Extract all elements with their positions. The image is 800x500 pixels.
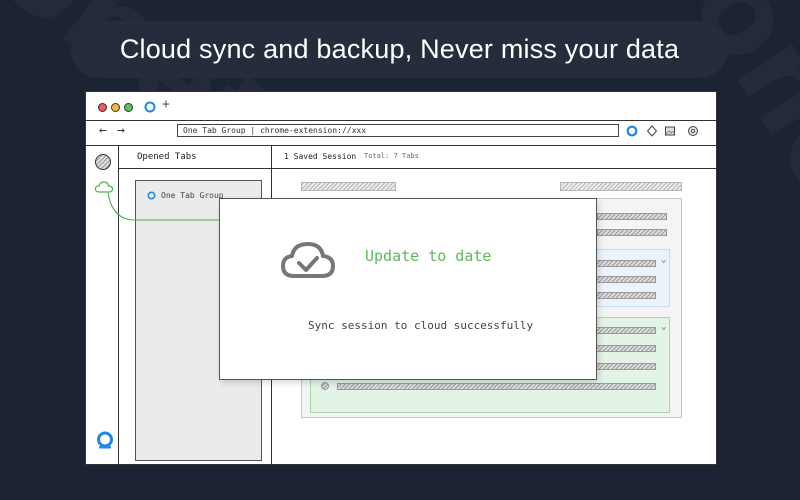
onetab-extension-icon[interactable]: [626, 125, 638, 137]
sync-status-title: Update to date: [365, 247, 492, 265]
tab-row-placeholder: [597, 229, 667, 236]
cloud-check-icon: [281, 242, 335, 278]
tab-row-placeholder: [337, 383, 656, 390]
tab-row-placeholder: [597, 213, 667, 220]
browser-window: + ← → One Tab Group | chrome-extension:/…: [85, 91, 717, 465]
back-button[interactable]: ←: [99, 123, 107, 138]
tab-row-placeholder: [596, 345, 656, 352]
opened-tabs-divider: [119, 168, 271, 170]
tab-favicon-placeholder: [321, 382, 329, 390]
forward-button[interactable]: →: [117, 123, 125, 138]
session-header-divider: [272, 168, 716, 170]
headline-banner: Cloud sync and backup, Never miss your d…: [71, 21, 728, 78]
saved-session-title: 1 Saved Session: [284, 152, 357, 161]
sync-status-modal: Update to date Sync session to cloud suc…: [219, 198, 597, 380]
opened-tabs-title: Opened Tabs: [137, 152, 197, 162]
session-name-placeholder: [301, 182, 396, 191]
headline-text: Cloud sync and backup, Never miss your d…: [119, 34, 680, 64]
tab-row-placeholder: [596, 363, 656, 370]
address-bar[interactable]: One Tab Group | chrome-extension://xxx: [177, 124, 619, 137]
total-tabs-count: Total: 7 Tabs: [364, 152, 419, 160]
tab-row-placeholder: [596, 260, 656, 267]
chevron-down-icon[interactable]: ⌄: [661, 255, 666, 265]
diamond-icon[interactable]: [646, 125, 658, 137]
chevron-down-icon[interactable]: ⌄: [661, 322, 666, 332]
address-bar-text: One Tab Group | chrome-extension://xxx: [183, 126, 367, 135]
tab-row-placeholder: [596, 327, 656, 334]
gear-icon[interactable]: [687, 125, 699, 137]
navbar-divider: [86, 145, 716, 147]
avatar-icon[interactable]: [95, 154, 111, 170]
window-maximize-dot[interactable]: [124, 103, 133, 112]
new-tab-button[interactable]: +: [162, 97, 170, 112]
tab-onetab-icon[interactable]: [144, 101, 156, 113]
gallery-icon[interactable]: [664, 125, 676, 137]
titlebar-divider: [86, 120, 716, 122]
tab-row-placeholder: [596, 292, 656, 299]
onetab-logo-icon[interactable]: [96, 431, 114, 449]
window-close-dot[interactable]: [98, 103, 107, 112]
tab-row-placeholder: [596, 276, 656, 283]
session-date-placeholder: [560, 182, 682, 191]
window-minimize-dot[interactable]: [111, 103, 120, 112]
sync-status-message: Sync session to cloud successfully: [308, 319, 534, 332]
